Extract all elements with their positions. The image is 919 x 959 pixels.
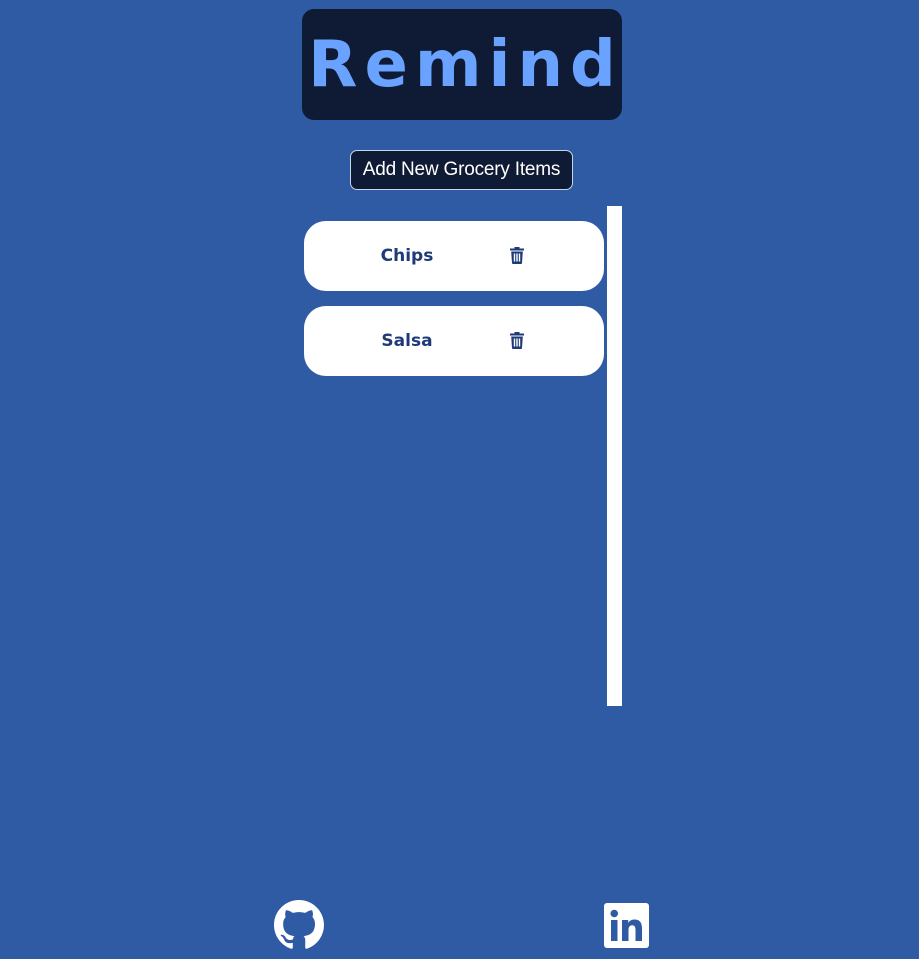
item-label: Salsa (381, 331, 433, 351)
add-grocery-items-button[interactable]: Add New Grocery Items (350, 150, 573, 190)
github-icon[interactable] (274, 900, 324, 950)
grocery-list-panel: Chips Salsa (304, 206, 622, 706)
grocery-list: Chips Salsa (304, 221, 604, 391)
item-label: Chips (380, 246, 434, 266)
app-logo: Remind (302, 9, 622, 120)
trash-icon[interactable] (510, 247, 524, 264)
linkedin-icon[interactable] (604, 903, 649, 948)
list-item: Chips (304, 221, 604, 291)
list-item: Salsa (304, 306, 604, 376)
trash-icon[interactable] (510, 332, 524, 349)
app-title: Remind (308, 27, 623, 102)
list-scrollbar[interactable] (607, 206, 622, 706)
